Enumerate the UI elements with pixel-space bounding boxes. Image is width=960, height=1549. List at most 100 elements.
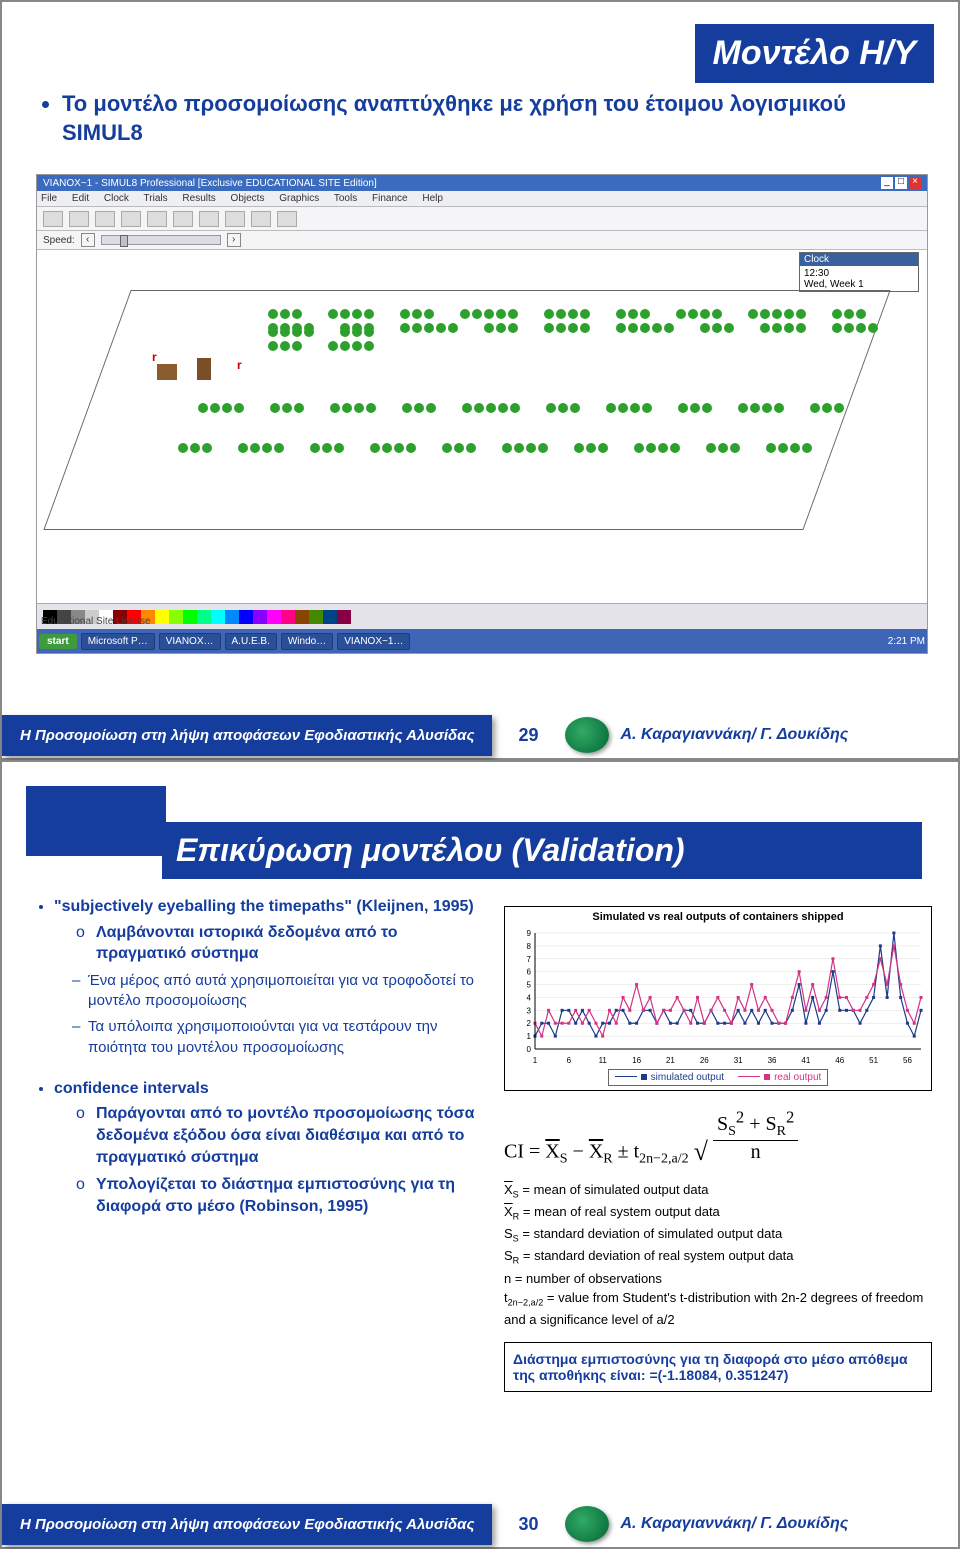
speed-step-right[interactable]: › xyxy=(227,233,241,247)
tool-btn[interactable] xyxy=(225,211,245,227)
color-swatch[interactable] xyxy=(183,610,197,624)
menu-trials[interactable]: Trials xyxy=(144,193,168,204)
color-swatch[interactable] xyxy=(309,610,323,624)
svg-text:31: 31 xyxy=(734,1056,743,1065)
svg-text:8: 8 xyxy=(527,942,532,951)
menu-objects[interactable]: Objects xyxy=(231,193,265,204)
container-row xyxy=(267,320,927,356)
svg-text:7: 7 xyxy=(527,955,532,964)
h2-sub1: Παράγονται από το μοντέλο προσομοίωσης τ… xyxy=(76,1103,492,1168)
h1-sub1: Λαμβάνονται ιστορικά δεδομένα από το πρα… xyxy=(76,922,492,965)
footer-authors: Α. Καραγιαννάκη/ Γ. Δουκίδης xyxy=(621,726,849,744)
color-swatch[interactable] xyxy=(295,610,309,624)
color-swatch[interactable] xyxy=(155,610,169,624)
color-swatch[interactable] xyxy=(169,610,183,624)
h1-dash1: Ένα μέρος από αυτά χρησιμοποιείται για ν… xyxy=(72,971,492,1012)
simul8-canvas[interactable]: Clock 12:30 Wed, Week 1 r r xyxy=(37,250,927,612)
interval-result-box: Διάστημα εμπιστοσύνης για τη διαφορά στο… xyxy=(504,1342,932,1392)
color-swatch[interactable] xyxy=(239,610,253,624)
page-number: 30 xyxy=(518,1514,538,1535)
taskbar-item[interactable]: Windo… xyxy=(281,633,333,650)
ci-definitions: XS = mean of simulated output data XR = … xyxy=(504,1180,932,1330)
bullet-h1: "subjectively eyeballing the timepaths" … xyxy=(54,896,492,1058)
simul8-window: VIANOX~1 - SIMUL8 Professional [Exclusiv… xyxy=(36,174,928,654)
svg-text:9: 9 xyxy=(527,929,532,938)
svg-text:6: 6 xyxy=(567,1056,572,1065)
simul8-titlebar: VIANOX~1 - SIMUL8 Professional [Exclusiv… xyxy=(37,175,927,191)
menu-file[interactable]: File xyxy=(41,193,57,204)
simul8-window-controls[interactable]: _ □ × xyxy=(881,177,921,189)
taskbar-item[interactable]: A.U.E.B. xyxy=(225,633,277,650)
slide-29: Μοντέλο Η/Υ Το μοντέλο προσομοίωσης αναπ… xyxy=(0,0,960,760)
bullet-h2: confidence intervals Παράγονται από το μ… xyxy=(54,1078,492,1218)
logo-icon xyxy=(565,1506,609,1542)
svg-text:3: 3 xyxy=(527,1006,532,1015)
taskbar[interactable]: start Microsoft P… VIANOX… A.U.E.B. Wind… xyxy=(37,629,927,653)
forklift-icon xyxy=(197,358,211,380)
minimize-icon[interactable]: _ xyxy=(881,177,893,189)
taskbar-item[interactable]: Microsoft P… xyxy=(81,633,155,650)
tool-btn[interactable] xyxy=(199,211,219,227)
tool-btn[interactable] xyxy=(147,211,167,227)
r-label: r xyxy=(237,358,242,372)
simul8-app-title: VIANOX~1 - SIMUL8 Professional [Exclusiv… xyxy=(43,178,377,189)
slide2-left-column: "subjectively eyeballing the timepaths" … xyxy=(32,892,492,1223)
footer-left: Η Προσομοίωση στη λήψη αποφάσεων Εφοδιασ… xyxy=(2,715,492,756)
color-swatch[interactable] xyxy=(267,610,281,624)
chart-box: Simulated vs real outputs of containers … xyxy=(504,906,932,1091)
menu-graphics[interactable]: Graphics xyxy=(279,193,319,204)
svg-text:16: 16 xyxy=(632,1056,641,1065)
footer-authors: Α. Καραγιαννάκη/ Γ. Δουκίδης xyxy=(621,1515,849,1533)
taskbar-clock: 2:21 PM xyxy=(888,636,925,647)
bullet-1: Το μοντέλο προσομοίωσης αναπτύχθηκε με χ… xyxy=(62,90,896,147)
maximize-icon[interactable]: □ xyxy=(895,177,907,189)
menu-help[interactable]: Help xyxy=(422,193,443,204)
color-swatch[interactable] xyxy=(337,610,351,624)
svg-text:36: 36 xyxy=(768,1056,777,1065)
page-number: 29 xyxy=(518,725,538,746)
color-swatch[interactable] xyxy=(253,610,267,624)
menu-finance[interactable]: Finance xyxy=(372,193,408,204)
tool-btn[interactable] xyxy=(69,211,89,227)
color-swatch[interactable] xyxy=(197,610,211,624)
color-palette[interactable] xyxy=(37,603,927,629)
simul8-toolbar[interactable] xyxy=(37,207,927,231)
tool-btn[interactable] xyxy=(251,211,271,227)
speed-thumb[interactable] xyxy=(120,235,128,247)
h1-dash2: Τα υπόλοιπα χρησιμοποιούνται για να τεστ… xyxy=(72,1017,492,1058)
chart-legend: simulated output real output xyxy=(608,1069,829,1086)
menu-tools[interactable]: Tools xyxy=(334,193,357,204)
color-swatch[interactable] xyxy=(281,610,295,624)
speed-step-left[interactable]: ‹ xyxy=(81,233,95,247)
color-swatch[interactable] xyxy=(323,610,337,624)
tool-btn[interactable] xyxy=(121,211,141,227)
menu-edit[interactable]: Edit xyxy=(72,193,89,204)
slide-footer: Η Προσομοίωση στη λήψη αποφάσεων Εφοδιασ… xyxy=(2,1501,958,1547)
close-icon[interactable]: × xyxy=(909,177,921,189)
slide-footer: Η Προσομοίωση στη λήψη αποφάσεων Εφοδιασ… xyxy=(2,712,958,758)
tool-btn[interactable] xyxy=(277,211,297,227)
start-button[interactable]: start xyxy=(39,634,77,649)
speed-slider[interactable] xyxy=(101,235,221,245)
tool-btn[interactable] xyxy=(95,211,115,227)
slide1-bullets: Το μοντέλο προσομοίωσης αναπτύχθηκε με χ… xyxy=(36,90,896,147)
color-swatch[interactable] xyxy=(225,610,239,624)
clock-panel: Clock 12:30 Wed, Week 1 xyxy=(799,252,919,292)
logo-icon xyxy=(565,717,609,753)
simul8-menubar[interactable]: File Edit Clock Trials Results Objects G… xyxy=(37,191,927,207)
tool-btn[interactable] xyxy=(173,211,193,227)
clock-day: Wed, Week 1 xyxy=(804,279,914,290)
menu-clock[interactable]: Clock xyxy=(104,193,129,204)
menu-results[interactable]: Results xyxy=(182,193,215,204)
tool-btn[interactable] xyxy=(43,211,63,227)
taskbar-item[interactable]: VIANOX~1… xyxy=(337,633,410,650)
legend-sim: simulated output xyxy=(615,1072,724,1083)
slide-30: Επικύρωση μοντέλου (Validation) "subject… xyxy=(0,760,960,1549)
speed-bar[interactable]: Speed: ‹ › xyxy=(37,231,927,250)
color-swatch[interactable] xyxy=(211,610,225,624)
taskbar-item[interactable]: VIANOX… xyxy=(159,633,221,650)
svg-text:1: 1 xyxy=(527,1032,532,1041)
svg-text:6: 6 xyxy=(527,968,532,977)
svg-text:41: 41 xyxy=(801,1056,810,1065)
r-label: r xyxy=(152,350,157,364)
